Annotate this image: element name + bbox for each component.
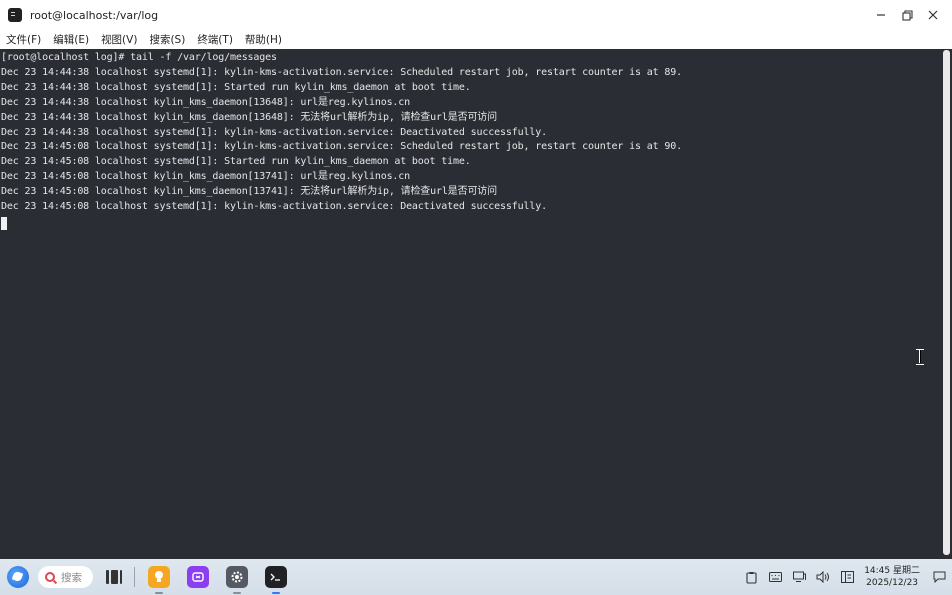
menu-edit[interactable]: 编辑(E) bbox=[53, 32, 89, 47]
menu-help[interactable]: 帮助(H) bbox=[245, 32, 282, 47]
taskbar-search[interactable]: 搜索 bbox=[38, 566, 93, 588]
terminal-icon bbox=[8, 8, 22, 22]
restore-icon bbox=[901, 9, 913, 21]
terminal-line: Dec 23 14:45:08 localhost kylin_kms_daem… bbox=[1, 186, 498, 198]
search-icon bbox=[45, 572, 55, 582]
close-button[interactable] bbox=[920, 0, 946, 30]
software-center-button[interactable] bbox=[187, 566, 209, 588]
search-placeholder: 搜索 bbox=[61, 571, 82, 584]
ibeam-pointer-icon bbox=[916, 349, 924, 365]
minimize-icon bbox=[877, 14, 885, 16]
terminal-line: Dec 23 14:44:38 localhost kylin_kms_daem… bbox=[1, 96, 411, 108]
scrollbar-thumb[interactable] bbox=[943, 50, 950, 555]
terminal-output[interactable]: [root@localhost log]# tail -f /var/log/m… bbox=[0, 49, 940, 559]
clock-time: 14:45 星期二 bbox=[864, 566, 920, 576]
terminal-line: [root@localhost log]# tail -f /var/log/m… bbox=[1, 52, 277, 63]
panel-layout-icon[interactable] bbox=[840, 570, 854, 584]
terminal-app-button[interactable] bbox=[265, 566, 287, 594]
system-tray: 14:45 星期二 2025/12/23 bbox=[734, 559, 946, 595]
menu-terminal[interactable]: 终端(T) bbox=[197, 32, 233, 47]
close-icon bbox=[928, 10, 938, 20]
window-title: root@localhost:/var/log bbox=[30, 8, 159, 22]
restore-button[interactable] bbox=[894, 0, 920, 30]
text-cursor bbox=[1, 216, 7, 230]
gear-icon bbox=[231, 571, 243, 583]
app-indicator bbox=[233, 592, 241, 594]
idea-bulb-app-button[interactable] bbox=[148, 566, 170, 594]
clipboard-icon[interactable] bbox=[744, 570, 758, 584]
volume-icon[interactable] bbox=[816, 570, 830, 584]
settings-button[interactable] bbox=[226, 566, 248, 594]
clock-date: 2025/12/23 bbox=[866, 578, 919, 588]
taskbar-separator bbox=[134, 567, 135, 587]
terminal-line: Dec 23 14:45:08 localhost systemd[1]: St… bbox=[1, 156, 471, 168]
app-indicator bbox=[155, 592, 163, 594]
keyboard-icon[interactable] bbox=[768, 570, 782, 584]
menu-file[interactable]: 文件(F) bbox=[6, 32, 41, 47]
clock[interactable]: 14:45 星期二 2025/12/23 bbox=[864, 565, 920, 589]
terminal-line: Dec 23 14:44:38 localhost systemd[1]: ky… bbox=[1, 126, 547, 138]
terminal-line: Dec 23 14:44:38 localhost systemd[1]: ky… bbox=[1, 66, 682, 78]
notification-icon[interactable] bbox=[932, 570, 946, 584]
terminal-line: Dec 23 14:44:38 localhost kylin_kms_daem… bbox=[1, 111, 498, 123]
multitask-view-button[interactable] bbox=[106, 570, 122, 584]
window-controls bbox=[868, 0, 946, 30]
title-bar: root@localhost:/var/log bbox=[0, 0, 952, 30]
app-indicator-active bbox=[272, 592, 280, 594]
minimize-button[interactable] bbox=[868, 0, 894, 30]
menu-search[interactable]: 搜索(S) bbox=[149, 32, 185, 47]
terminal-prompt-icon bbox=[270, 573, 280, 581]
taskbar: 搜索 14:45 星期二 2025/12/23 bbox=[0, 559, 952, 595]
bulb-icon bbox=[155, 571, 163, 582]
menu-view[interactable]: 视图(V) bbox=[101, 32, 137, 47]
terminal-line: Dec 23 14:44:38 localhost systemd[1]: St… bbox=[1, 81, 471, 93]
menu-bar: 文件(F) 编辑(E) 视图(V) 搜索(S) 终端(T) 帮助(H) bbox=[0, 30, 952, 49]
terminal-line: Dec 23 14:45:08 localhost systemd[1]: ky… bbox=[1, 201, 547, 213]
terminal-line: Dec 23 14:45:08 localhost kylin_kms_daem… bbox=[1, 171, 411, 183]
network-icon[interactable] bbox=[792, 570, 806, 584]
software-center-icon bbox=[192, 572, 204, 582]
start-menu-button[interactable] bbox=[7, 566, 29, 588]
terminal-line: Dec 23 14:45:08 localhost systemd[1]: ky… bbox=[1, 141, 682, 153]
